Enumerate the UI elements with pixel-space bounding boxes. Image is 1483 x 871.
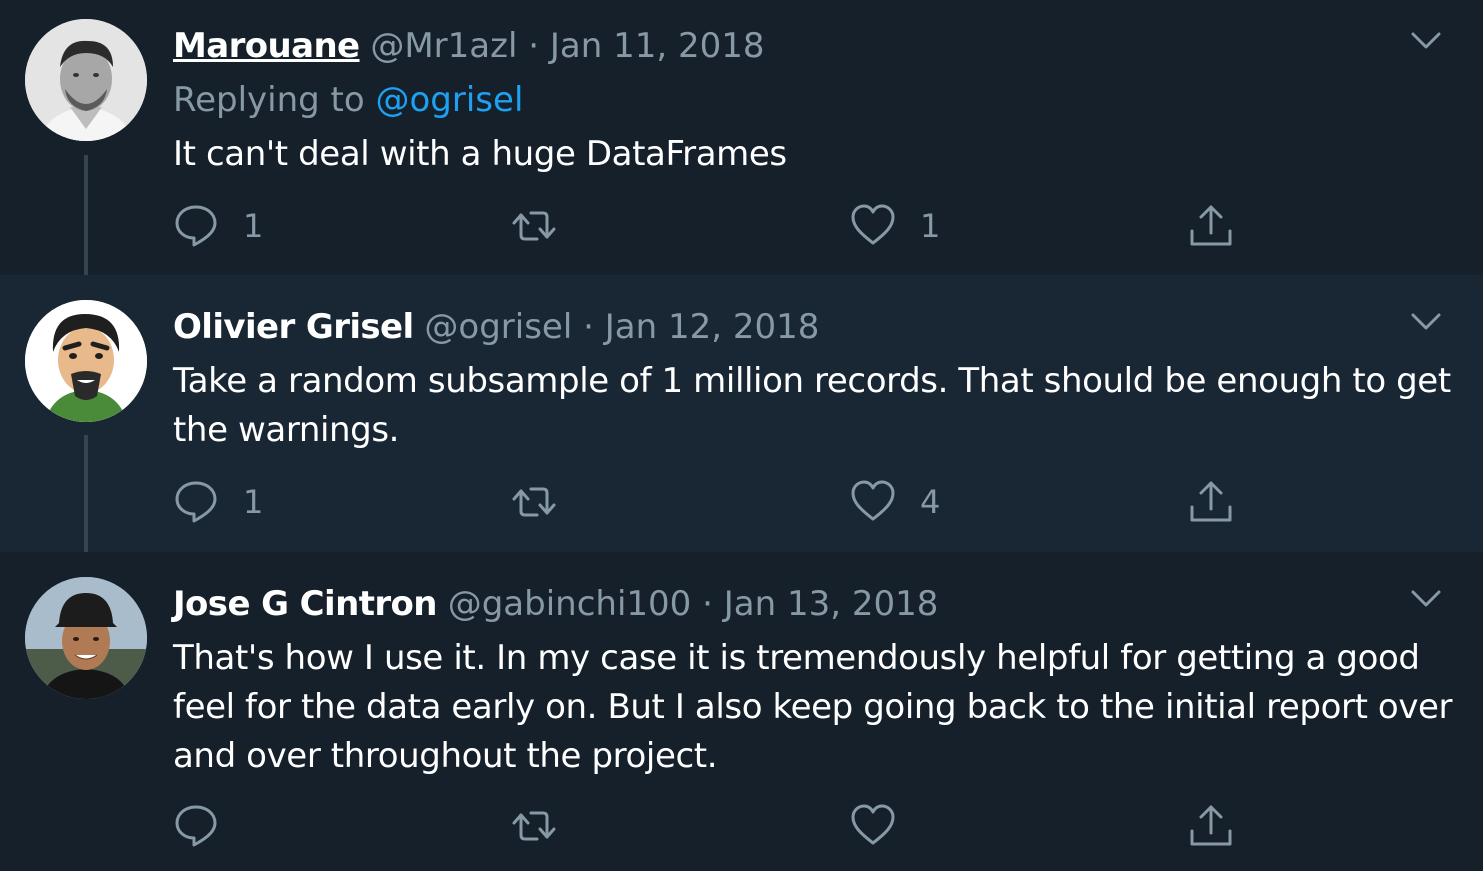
reply-button[interactable]: 1: [173, 479, 263, 525]
like-count: 4: [920, 483, 941, 521]
like-button[interactable]: 1: [850, 203, 940, 249]
tweet-actions: 1 1: [173, 203, 1273, 249]
tweet-header: Olivier Grisel @ogrisel · Jan 12, 2018: [173, 307, 819, 347]
author-name[interactable]: Jose G Cintron: [173, 584, 437, 624]
tweet-text: It can't deal with a huge DataFrames: [173, 134, 787, 174]
share-icon: [1190, 481, 1232, 522]
tweet[interactable]: Marouane @Mr1azl · Jan 11, 2018 Replying…: [0, 0, 1483, 275]
thread-connector: [84, 155, 88, 275]
separator-dot: ·: [528, 26, 540, 66]
more-options-button[interactable]: [1408, 580, 1444, 616]
separator-dot: ·: [702, 584, 713, 624]
author-name[interactable]: Marouane: [173, 26, 360, 66]
tweet[interactable]: Olivier Grisel @ogrisel · Jan 12, 2018 T…: [0, 275, 1483, 552]
retweet-button[interactable]: [511, 803, 581, 849]
tweet-date[interactable]: Jan 13, 2018: [724, 584, 939, 624]
share-button[interactable]: [1188, 203, 1234, 249]
author-name[interactable]: Olivier Grisel: [173, 307, 414, 347]
chevron-down-icon: [1411, 32, 1441, 49]
more-options-button[interactable]: [1408, 22, 1444, 58]
share-icon: [1190, 205, 1232, 246]
tweet-date[interactable]: Jan 12, 2018: [605, 307, 820, 347]
tweet-text: Take a random subsample of 1 million rec…: [173, 361, 1451, 450]
tweet-actions: [173, 803, 1273, 849]
avatar[interactable]: [25, 300, 147, 422]
avatar[interactable]: [25, 577, 147, 699]
replying-to: Replying to @ogrisel: [173, 80, 523, 120]
reply-count: 1: [243, 483, 264, 521]
share-button[interactable]: [1188, 479, 1234, 525]
author-handle[interactable]: @ogrisel: [424, 307, 572, 347]
tweet-actions: 1 4: [173, 479, 1273, 525]
share-button[interactable]: [1188, 803, 1234, 849]
mention-link[interactable]: @ogrisel: [376, 80, 524, 120]
reply-icon: [175, 805, 217, 847]
share-icon: [1190, 805, 1232, 846]
heart-icon: [851, 804, 895, 845]
thread-connector: [84, 435, 88, 552]
avatar[interactable]: [25, 19, 147, 141]
more-options-button[interactable]: [1408, 303, 1444, 339]
retweet-icon: [512, 811, 556, 841]
tweet-header: Jose G Cintron @gabinchi100 · Jan 13, 20…: [173, 584, 938, 624]
chevron-down-icon: [1411, 590, 1441, 607]
like-count: 1: [920, 207, 941, 245]
tweet-header: Marouane @Mr1azl · Jan 11, 2018: [173, 26, 764, 66]
tweet[interactable]: Jose G Cintron @gabinchi100 · Jan 13, 20…: [0, 552, 1483, 871]
retweet-button[interactable]: [511, 203, 581, 249]
reply-button[interactable]: [173, 803, 243, 849]
heart-icon: [851, 204, 895, 245]
retweet-icon: [512, 211, 556, 241]
tweet-date[interactable]: Jan 11, 2018: [550, 26, 765, 66]
like-button[interactable]: 4: [850, 479, 940, 525]
author-handle[interactable]: @gabinchi100: [448, 584, 692, 624]
conversation-thread: Marouane @Mr1azl · Jan 11, 2018 Replying…: [0, 0, 1483, 871]
reply-button[interactable]: 1: [173, 203, 263, 249]
tweet-text: That's how I use it. In my case it is tr…: [173, 638, 1453, 776]
retweet-icon: [512, 487, 556, 517]
like-button[interactable]: [850, 803, 920, 849]
heart-icon: [851, 480, 895, 521]
separator-dot: ·: [583, 307, 594, 347]
replying-prefix: Replying to: [173, 80, 365, 120]
reply-icon: [175, 205, 217, 247]
reply-icon: [175, 481, 217, 523]
chevron-down-icon: [1411, 313, 1441, 330]
author-handle[interactable]: @Mr1azl: [370, 26, 517, 66]
reply-count: 1: [243, 207, 264, 245]
retweet-button[interactable]: [511, 479, 581, 525]
